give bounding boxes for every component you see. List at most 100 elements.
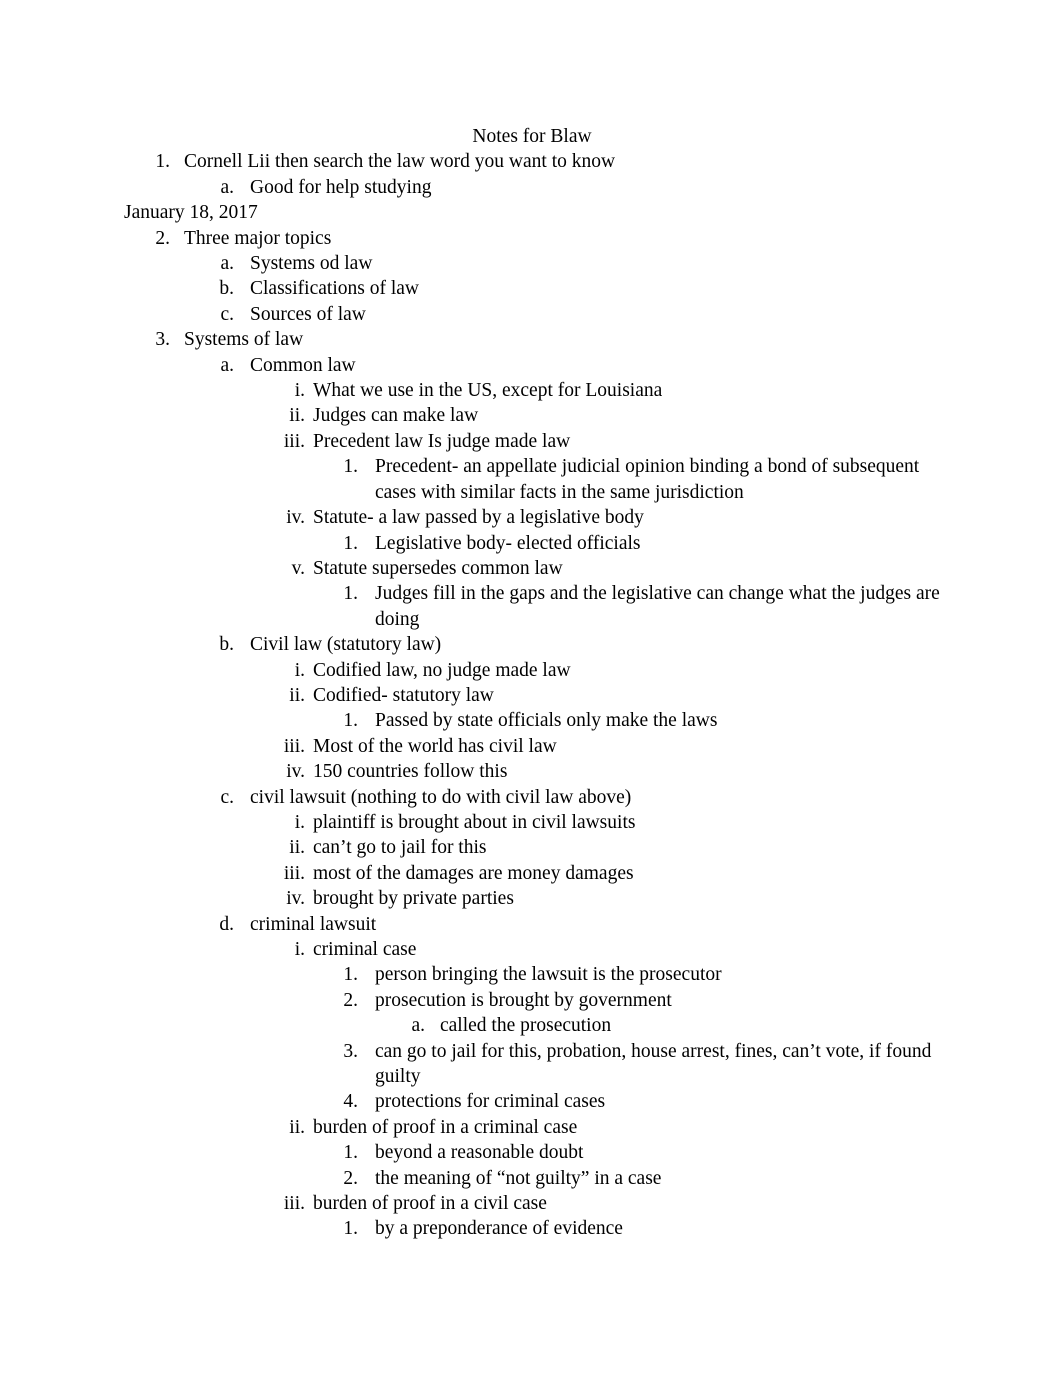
outline-item: 3. can go to jail for this, probation, ho…: [124, 1039, 940, 1090]
outline-list: 1. Cornell Lii then search the law word y…: [124, 149, 940, 1241]
outline-item-marker: d.: [219, 913, 234, 935]
outline-item-marker: 4.: [343, 1091, 358, 1113]
outline-item-marker: 2.: [155, 227, 170, 249]
outline-item-text: Most of the world has civil law: [313, 735, 557, 757]
outline-item: ii. can’t go to jail for this: [124, 835, 940, 860]
outline-item-marker: 3.: [155, 329, 170, 351]
outline-item-text: Cornell Lii then search the law word you…: [184, 151, 616, 173]
page-title: Notes for Blaw: [472, 126, 592, 147]
outline-item-text: brought by private parties: [313, 888, 514, 910]
outline-item: d. criminal lawsuit: [124, 912, 940, 937]
outline-item-marker: a.: [220, 176, 234, 198]
outline-item-marker: 1.: [343, 964, 358, 986]
outline-item-text: called the prosecution: [440, 1015, 612, 1037]
outline-item: 1. person bringing the lawsuit is the pro…: [124, 962, 940, 987]
outline-item: ii. burden of proof in a criminal case: [124, 1115, 940, 1140]
outline-item-marker: i.: [294, 811, 305, 833]
document-body: Notes for Blaw 1. Cornell Lii then search…: [124, 124, 940, 1242]
outline-item-text: 150 countries follow this: [313, 761, 508, 783]
outline-item-text: person bringing the lawsuit is the prose…: [375, 964, 722, 986]
outline-item-text: Common law: [250, 354, 356, 376]
outline-item-text: can’t go to jail for this: [313, 837, 487, 859]
outline-item-marker: 1.: [343, 532, 358, 554]
date-line: January 18, 2017: [124, 202, 258, 224]
outline-item: 1. Judges fill in the gaps and the legisl…: [124, 581, 940, 632]
outline-item: 1. Precedent- an appellate judicial opini…: [124, 454, 940, 505]
outline-item-marker: iii.: [283, 430, 305, 452]
outline-item-marker: i.: [294, 939, 305, 960]
outline-item-marker: i.: [294, 659, 305, 681]
outline-item-marker: ii.: [289, 837, 305, 859]
outline-item: 2. the meaning of “not guilty” in a case: [124, 1166, 940, 1191]
outline-item-marker: 3.: [343, 1040, 358, 1062]
outline-item-text: beyond a reasonable doubt: [375, 1142, 584, 1164]
outline-item-marker: ii.: [289, 1116, 305, 1138]
outline-item: i. What we use in the US, except for Loui…: [124, 378, 940, 403]
outline-item-text: Three major topics: [184, 227, 332, 249]
outline-item-text: plaintiff is brought about in civil laws…: [313, 811, 636, 833]
outline-item-text: by a preponderance of evidence: [375, 1218, 623, 1240]
outline-item: 1. Cornell Lii then search the law word y…: [124, 149, 940, 174]
outline-item-text: Judges can make law: [313, 405, 479, 427]
outline-item-marker: b.: [219, 278, 234, 300]
outline-item: c. civil lawsuit (nothing to do with civi…: [124, 785, 940, 810]
outline-item-text: Codified law, no judge made law: [313, 659, 571, 681]
outline-item: v. Statute supersedes common law: [124, 556, 940, 581]
outline-item-marker: iii.: [283, 735, 305, 757]
outline-item: b. Civil law (statutory law): [124, 632, 940, 657]
outline-item-marker: iv.: [286, 507, 305, 529]
outline-item-marker: 1.: [343, 1142, 358, 1164]
outline-item-text: civil lawsuit (nothing to do with civil …: [250, 786, 632, 808]
outline-item-text: criminal case: [313, 939, 417, 960]
outline-item-marker: 1.: [155, 151, 170, 173]
outline-item: b. Classifications of law: [124, 276, 940, 301]
outline-item-text: Judges fill in the gaps and the legislat…: [375, 583, 945, 630]
outline-item: iii. burden of proof in a civil case: [124, 1191, 940, 1216]
outline-item-marker: a.: [220, 253, 234, 275]
outline-item: iv. 150 countries follow this: [124, 759, 940, 784]
outline-item: 1. beyond a reasonable doubt: [124, 1140, 940, 1165]
outline-item-text: the meaning of “not guilty” in a case: [375, 1167, 662, 1189]
outline-item-marker: b.: [219, 634, 234, 656]
outline-item: iv. brought by private parties: [124, 886, 940, 911]
outline-item-marker: i.: [294, 380, 305, 402]
outline-item-marker: 1.: [343, 1218, 358, 1240]
outline-item: c. Sources of law: [124, 302, 940, 327]
outline-item-text: What we use in the US, except for Louisi…: [313, 380, 663, 402]
outline-item-marker: v.: [291, 557, 305, 579]
outline-item-text: Classifications of law: [250, 278, 419, 300]
outline-item-text: Codified- statutory law: [313, 684, 494, 706]
outline-item-marker: 1.: [343, 456, 358, 478]
outline-item-marker: a.: [220, 354, 234, 376]
outline-item-marker: 2.: [343, 1167, 358, 1189]
outline-item-marker: iv.: [286, 761, 305, 783]
outline-item-text: Systems od law: [250, 253, 373, 275]
outline-item-marker: c.: [220, 303, 234, 325]
outline-item-marker: a.: [411, 1015, 425, 1037]
outline-item: a. called the prosecution: [124, 1013, 940, 1038]
outline-item-marker: c.: [220, 786, 234, 808]
outline-item-text: can go to jail for this, probation, hous…: [375, 1040, 937, 1088]
outline-item: 1. Legislative body- elected officials: [124, 531, 940, 556]
outline-item: a. Common law: [124, 353, 940, 378]
outline-item: iii. Precedent law Is judge made law: [124, 429, 940, 454]
outline-item: iv. Statute- a law passed by a legislativ…: [124, 505, 940, 530]
outline-item: 1. by a preponderance of evidence: [124, 1216, 940, 1241]
outline-item-text: protections for criminal cases: [375, 1091, 606, 1113]
outline-item: i. Codified law, no judge made law: [124, 658, 940, 683]
outline-item: iii. Most of the world has civil law: [124, 734, 940, 759]
outline-item: i. criminal case: [124, 937, 940, 962]
outline-item: 2. Three major topics: [124, 226, 940, 251]
outline-item: 4. protections for criminal cases: [124, 1089, 940, 1114]
outline-item-marker: iii.: [283, 1193, 305, 1215]
document-page: Notes for Blaw 1. Cornell Lii then search…: [0, 0, 1062, 1377]
outline-item-text: Legislative body- elected officials: [375, 532, 641, 554]
outline-item-marker: ii.: [289, 405, 305, 427]
outline-item: ii. Judges can make law: [124, 403, 940, 428]
outline-item-text: Precedent- an appellate judicial opinion…: [375, 456, 925, 503]
outline-item-text: burden of proof in a civil case: [313, 1193, 547, 1215]
outline-item-text: most of the damages are money damages: [313, 862, 634, 884]
outline-item: 2. prosecution is brought by government: [124, 988, 940, 1013]
outline-item-text: Sources of law: [250, 303, 366, 325]
outline-item: ii. Codified- statutory law: [124, 683, 940, 708]
